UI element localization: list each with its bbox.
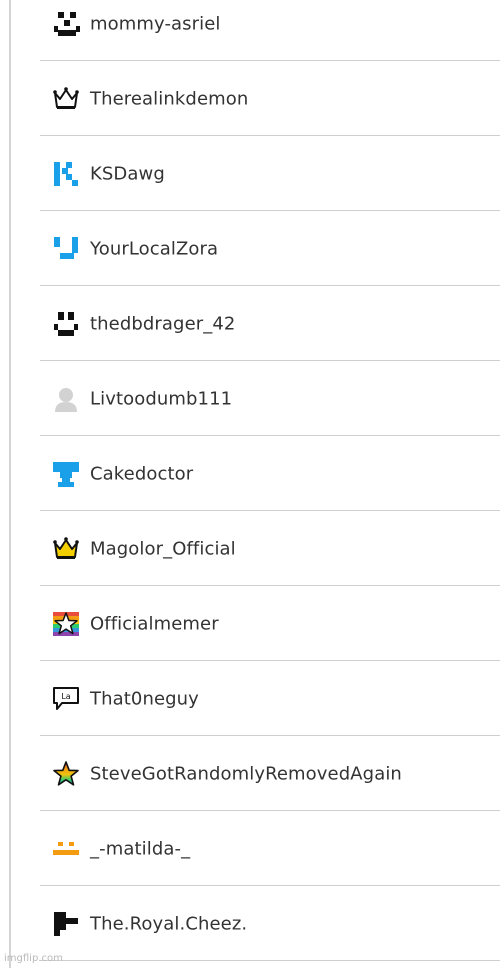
username: The.Royal.Cheez.: [90, 913, 248, 934]
user-row[interactable]: SteveGotRandomlyRemovedAgain: [40, 736, 500, 811]
username: Livtoodumb111: [90, 388, 233, 409]
user-row[interactable]: The.Royal.Cheez.: [40, 886, 500, 961]
user-row[interactable]: Officialmemer: [40, 586, 500, 661]
blue-trophy-icon: [52, 460, 80, 488]
username: SteveGotRandomlyRemovedAgain: [90, 763, 402, 784]
user-row[interactable]: Therealinkdemon: [40, 61, 500, 136]
username: Cakedoctor: [90, 463, 194, 484]
user-row[interactable]: KSDawg: [40, 136, 500, 211]
username: Magolor_Official: [90, 538, 236, 559]
username: That0neguy: [90, 688, 199, 709]
pixel-face-icon: [52, 10, 80, 38]
default-avatar-icon: [52, 385, 80, 413]
user-row[interactable]: mommy-asriel: [40, 0, 500, 61]
username: YourLocalZora: [90, 238, 219, 259]
user-row[interactable]: _-matilda-_: [40, 811, 500, 886]
username: mommy-asriel: [90, 13, 221, 34]
username: Therealinkdemon: [90, 88, 249, 109]
user-row[interactable]: thedbdrager_42: [40, 286, 500, 361]
speech-bubble-icon: La: [52, 685, 80, 713]
watermark: imgflip.com: [4, 953, 63, 964]
rainbow-star-icon: [52, 760, 80, 788]
blue-pixel-smile-icon: [52, 235, 80, 263]
user-row[interactable]: Cakedoctor: [40, 436, 500, 511]
orange-pixel-face-icon: [52, 835, 80, 863]
username: thedbdrager_42: [90, 313, 236, 334]
svg-text:La: La: [61, 692, 70, 701]
username: Officialmemer: [90, 613, 219, 634]
username: _-matilda-_: [90, 838, 191, 859]
panel-left-border: [9, 0, 11, 968]
pixel-flag-icon: [52, 910, 80, 938]
pixel-smile-icon: [52, 310, 80, 338]
username: KSDawg: [90, 163, 165, 184]
gold-crown-icon: [52, 535, 80, 563]
user-row[interactable]: Livtoodumb111: [40, 361, 500, 436]
crown-icon: [52, 85, 80, 113]
row-divider: [40, 960, 500, 961]
rainbow-star-icon: [52, 610, 80, 638]
user-row[interactable]: Magolor_Official: [40, 511, 500, 586]
blue-pixel-k-icon: [52, 160, 80, 188]
user-row[interactable]: La That0neguy: [40, 661, 500, 736]
user-row[interactable]: YourLocalZora: [40, 211, 500, 286]
user-list-panel: mommy-asriel Therealinkdemon KSDawg Your…: [0, 0, 500, 968]
